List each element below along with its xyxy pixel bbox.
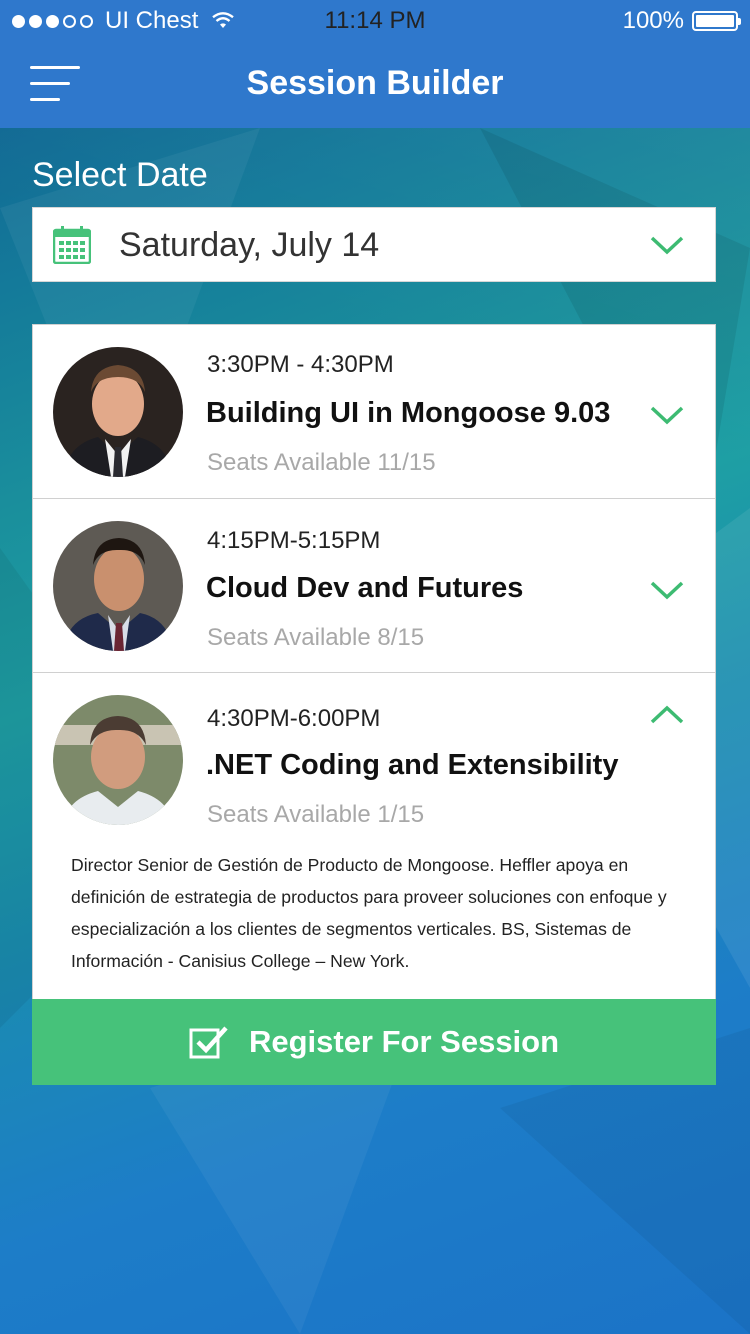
status-bar: UI Chest 11:14 PM 100% (0, 0, 750, 40)
date-dropdown[interactable]: Saturday, July 14 (32, 207, 716, 282)
session-title: .NET Coding and Extensibility (206, 749, 619, 781)
session-card[interactable]: 3:30PM - 4:30PM Building UI in Mongoose … (32, 324, 716, 499)
session-time: 3:30PM - 4:30PM (207, 351, 394, 378)
chevron-up-icon[interactable] (650, 705, 684, 725)
chevron-down-icon[interactable] (650, 235, 684, 255)
speaker-avatar (53, 347, 183, 477)
session-card[interactable]: 4:15PM-5:15PM Cloud Dev and Futures Seat… (32, 498, 716, 673)
battery-percentage: 100% (622, 7, 684, 34)
speaker-avatar (53, 521, 183, 651)
session-card-expanded[interactable]: 4:30PM-6:00PM .NET Coding and Extensibil… (32, 672, 716, 1000)
session-title: Cloud Dev and Futures (206, 572, 524, 604)
session-seats: Seats Available 1/15 (207, 801, 425, 828)
navigation-bar: UI Chest 11:14 PM 100% Session Builder (0, 0, 750, 128)
session-seats: Seats Available 11/15 (207, 449, 436, 476)
register-for-session-button[interactable]: Register For Session (32, 999, 716, 1085)
checkbox-check-icon (189, 1026, 228, 1059)
session-time: 4:30PM-6:00PM (207, 705, 381, 732)
chevron-down-icon[interactable] (650, 405, 684, 425)
select-date-label: Select Date (32, 156, 208, 194)
battery-fill (696, 15, 734, 27)
chevron-down-icon[interactable] (650, 580, 684, 600)
speaker-avatar (53, 695, 183, 825)
speaker-description: Director Senior de Gestión de Producto d… (71, 855, 667, 971)
selected-date: Saturday, July 14 (119, 226, 380, 264)
register-label: Register For Session (248, 1024, 560, 1059)
session-seats: Seats Available 8/15 (207, 624, 425, 651)
page-title: Session Builder (246, 64, 504, 102)
session-title: Building UI in Mongoose 9.03 (206, 397, 611, 429)
battery-icon (692, 11, 741, 31)
status-right: 100% (622, 7, 741, 35)
session-time: 4:15PM-5:15PM (207, 527, 381, 554)
calendar-icon (53, 226, 91, 264)
